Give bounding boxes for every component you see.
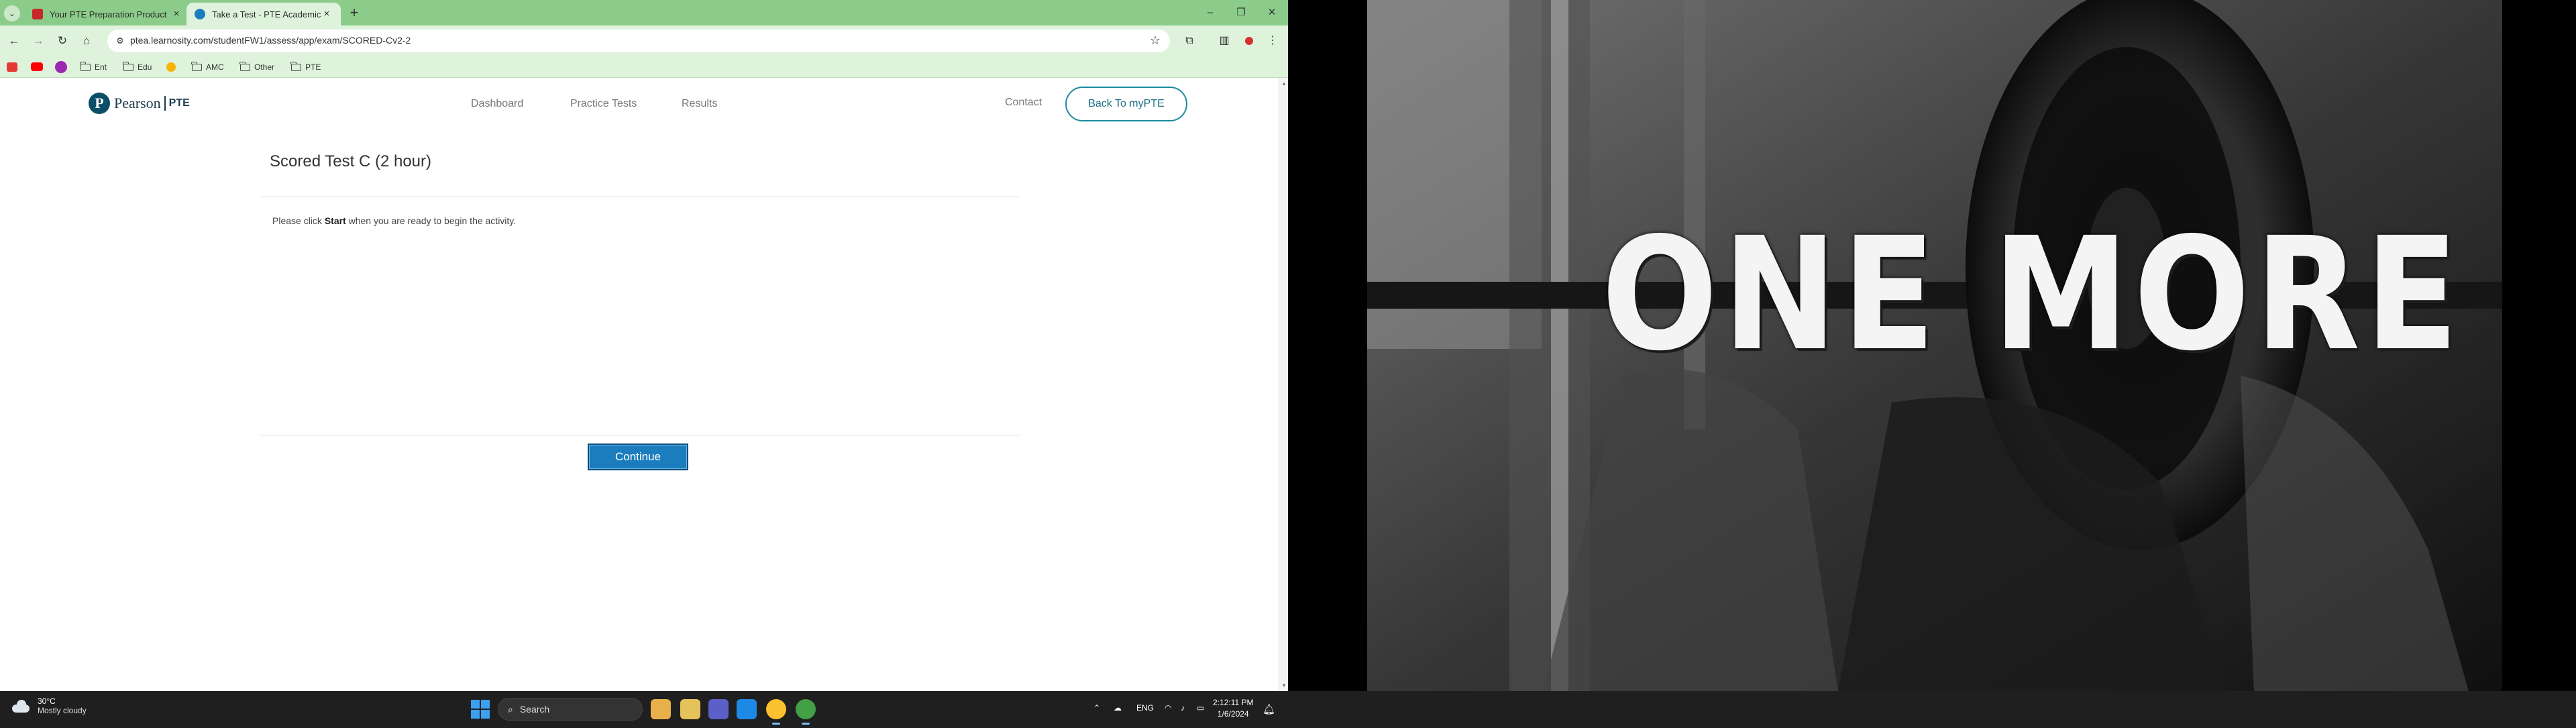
close-tab-icon[interactable]: ×: [170, 8, 182, 20]
bookmark-label: PTE: [305, 62, 321, 72]
wallpaper-motto-text: ONE MORE: [1601, 204, 2463, 385]
search-placeholder: Search: [519, 704, 550, 715]
bookmarks-bar: Ent Edu AMC Other PTE: [0, 56, 1288, 78]
tab-take-a-test[interactable]: Take a Test - PTE Academic ×: [186, 3, 341, 25]
logo-divider: [164, 96, 166, 111]
pearson-pte-logo[interactable]: P Pearson PTE: [89, 93, 190, 114]
weather-condition: Mostly cloudy: [38, 706, 87, 715]
close-window-button[interactable]: ✕: [1260, 4, 1284, 21]
new-tab-button[interactable]: +: [346, 5, 362, 21]
desktop-wallpaper: ONE MORE: [1288, 0, 2576, 691]
clock-time: 2:12:11 PM: [1213, 698, 1254, 707]
forward-arrow-icon[interactable]: →: [30, 32, 47, 50]
restore-button[interactable]: ❐: [1229, 4, 1253, 21]
site-header: P Pearson PTE Dashboard Practice Tests R…: [0, 78, 1279, 132]
nav-dashboard[interactable]: Dashboard: [471, 98, 523, 110]
cloud-icon: [11, 699, 31, 713]
tab-favicon: [32, 9, 43, 19]
show-hidden-icons-icon[interactable]: ⌃: [1093, 703, 1100, 713]
folder-icon: [290, 61, 301, 71]
clock-date: 1/6/2024: [1217, 709, 1249, 719]
taskbar: 30°C Mostly cloudy ⌕ Search ⌃ ☁ ENG ◠ ♪ …: [0, 691, 2576, 728]
extensions-icon[interactable]: ⧉: [1181, 32, 1198, 50]
home-icon[interactable]: ⌂: [78, 32, 95, 50]
bookmark-label: Edu: [138, 62, 152, 72]
bookmark-label: Ent: [95, 62, 107, 72]
gmail-bookmark-icon[interactable]: [7, 62, 17, 72]
logo-brand: Pearson: [114, 95, 161, 111]
search-icon: ⌕: [508, 703, 513, 715]
close-tab-icon[interactable]: ×: [321, 8, 333, 20]
tab-pte-preparation[interactable]: Your PTE Preparation Product ×: [24, 3, 191, 25]
nav-practice-tests[interactable]: Practice Tests: [570, 98, 637, 110]
bookmark-label: AMC: [206, 62, 224, 72]
chrome-profile-icon[interactable]: [796, 699, 816, 725]
logo-product: PTE: [168, 97, 190, 109]
bookmark-star-icon[interactable]: ☆: [1150, 34, 1161, 48]
minimize-button[interactable]: –: [1198, 4, 1222, 21]
bookmark-folder-amc[interactable]: AMC: [191, 60, 224, 74]
bookmark-icon[interactable]: [55, 61, 67, 73]
url-text: ptea.learnosity.com/studentFW1/assess/ap…: [130, 35, 411, 46]
taskbar-search-box[interactable]: ⌕ Search: [498, 698, 643, 721]
tab-strip: ⌄ Your PTE Preparation Product × Take a …: [0, 0, 1288, 25]
instruction-bold: Start: [324, 215, 346, 226]
volume-icon[interactable]: ♪: [1181, 703, 1185, 713]
bookmark-label: Other: [254, 62, 275, 72]
folder-icon: [123, 61, 133, 71]
back-arrow-icon[interactable]: ←: [5, 32, 23, 50]
system-clock[interactable]: 2:12:11 PM 1/6/2024: [1213, 697, 1253, 720]
nav-results[interactable]: Results: [682, 98, 717, 110]
side-panel-icon[interactable]: ▥: [1216, 32, 1233, 50]
scroll-down-icon[interactable]: ▼: [1281, 682, 1287, 688]
file-explorer-icon[interactable]: [680, 699, 700, 719]
folder-icon: [191, 61, 202, 71]
instruction-pre: Please click: [272, 215, 325, 226]
youtube-bookmark-icon[interactable]: [31, 62, 43, 71]
recording-indicator-icon[interactable]: [1245, 37, 1253, 45]
bookmark-folder-pte[interactable]: PTE: [290, 60, 321, 74]
notification-bell-icon[interactable]: 🔔︎: [1263, 703, 1275, 715]
language-indicator[interactable]: ENG: [1136, 703, 1154, 713]
battery-icon[interactable]: ▭: [1197, 703, 1204, 713]
tab-favicon: [195, 9, 205, 19]
tab-title: Take a Test - PTE Academic: [212, 9, 321, 19]
address-bar[interactable]: ⚙ ptea.learnosity.com/studentFW1/assess/…: [107, 30, 1170, 52]
page-content: P Pearson PTE Dashboard Practice Tests R…: [0, 78, 1279, 691]
bookmark-folder-edu[interactable]: Edu: [123, 60, 152, 74]
bookmark-folder-ent[interactable]: Ent: [80, 60, 107, 74]
vscode-icon[interactable]: [737, 699, 757, 719]
weather-temperature: 30°C: [38, 696, 56, 706]
chevron-down-icon: ⌄: [8, 9, 16, 18]
page-title: Scored Test C (2 hour): [270, 152, 431, 170]
instruction-text: Please click Start when you are ready to…: [272, 215, 516, 226]
back-to-mypte-button[interactable]: Back To myPTE: [1065, 87, 1187, 121]
bookmark-icon[interactable]: [166, 62, 176, 72]
continue-button[interactable]: Continue: [588, 444, 688, 470]
browser-window: ⌄ Your PTE Preparation Product × Take a …: [0, 0, 1288, 691]
folder-icon: [239, 61, 250, 71]
scroll-up-icon[interactable]: ▲: [1281, 81, 1287, 87]
nav-contact[interactable]: Contact: [1005, 97, 1042, 109]
vertical-scrollbar[interactable]: ▲ ▼: [1279, 78, 1288, 691]
site-info-icon[interactable]: ⚙: [114, 35, 126, 47]
reload-icon[interactable]: ↻: [54, 32, 71, 50]
wifi-icon[interactable]: ◠: [1165, 703, 1171, 713]
tab-search-button[interactable]: ⌄: [4, 5, 20, 21]
tab-title: Your PTE Preparation Product: [50, 9, 167, 19]
teams-chat-icon[interactable]: [708, 699, 729, 719]
instruction-post: when you are ready to begin the activity…: [345, 215, 517, 226]
copilot-app-icon[interactable]: [651, 699, 671, 719]
bookmark-folder-other[interactable]: Other: [239, 60, 275, 74]
folder-icon: [80, 61, 91, 71]
start-button[interactable]: [471, 700, 490, 719]
more-menu-icon[interactable]: ⋮: [1264, 32, 1281, 50]
onedrive-cloud-icon[interactable]: ☁: [1114, 703, 1122, 713]
chrome-icon[interactable]: [766, 699, 786, 725]
browser-toolbar: ← → ↻ ⌂ ⚙ ptea.learnosity.com/studentFW1…: [0, 25, 1288, 56]
pearson-logo-icon: P: [89, 93, 110, 114]
weather-widget[interactable]: 30°C Mostly cloudy: [11, 696, 87, 715]
